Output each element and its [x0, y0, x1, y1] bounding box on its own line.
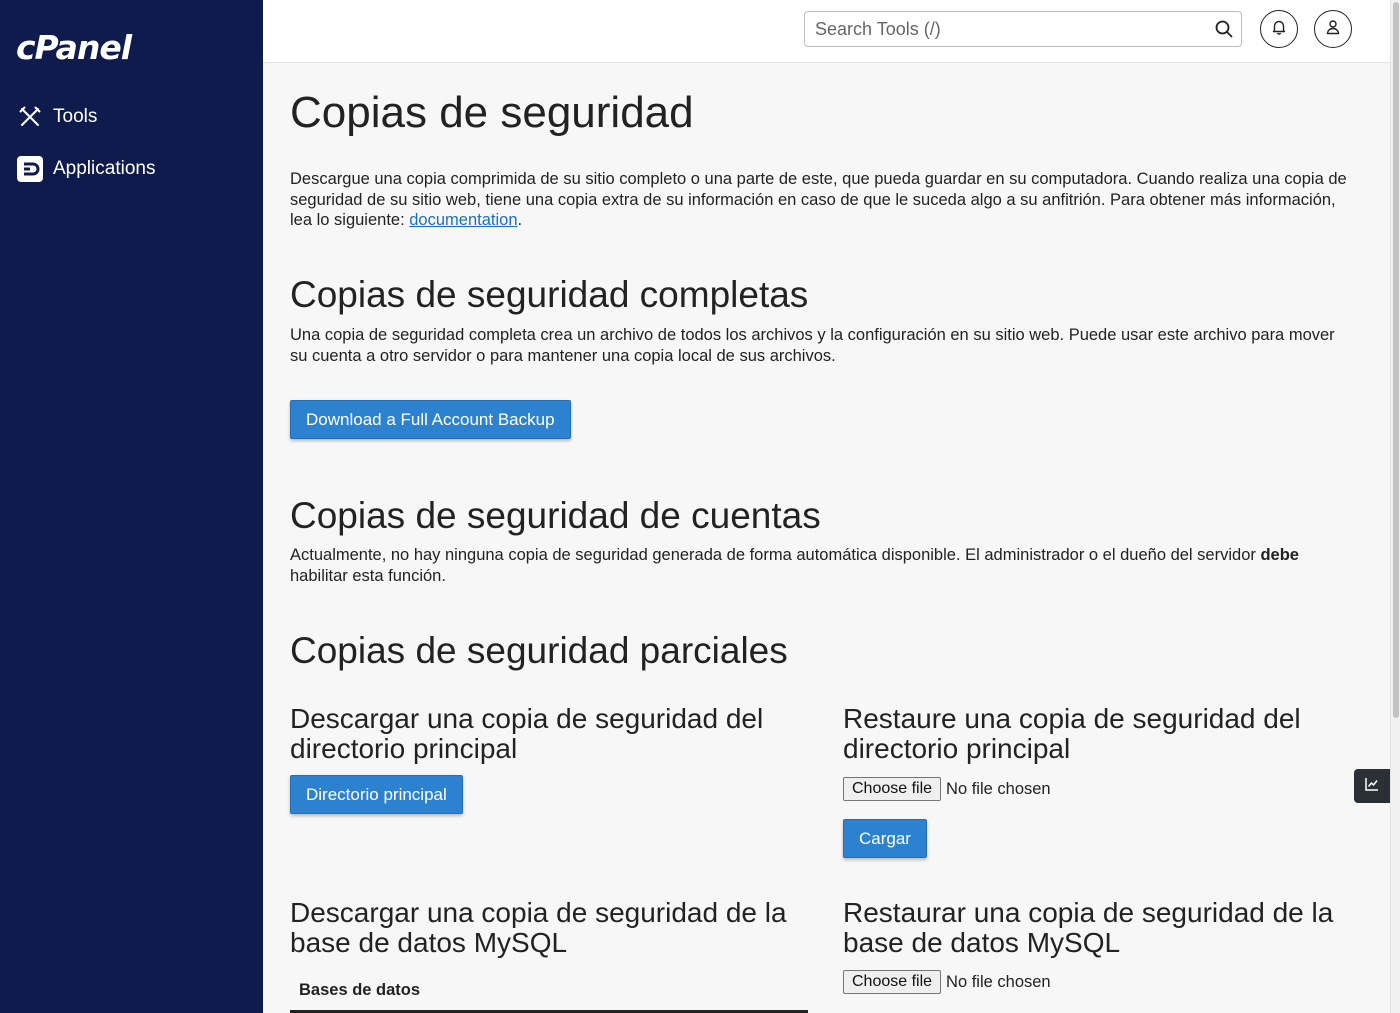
cpanel-logo[interactable]: cPanel: [16, 28, 132, 67]
notifications-button[interactable]: [1260, 10, 1298, 48]
sidebar-item-tools[interactable]: Tools: [0, 95, 263, 139]
scrollbar-thumb[interactable]: [1393, 2, 1399, 718]
partial-backups-heading: Copias de seguridad parciales: [290, 630, 788, 671]
bell-icon: [1271, 19, 1287, 40]
choose-file-button[interactable]: Choose file: [843, 777, 942, 801]
user-menu-button[interactable]: [1314, 10, 1352, 48]
search-input[interactable]: [805, 12, 1195, 46]
documentation-link[interactable]: documentation: [409, 211, 517, 229]
topbar: [263, 0, 1390, 63]
full-backup-heading: Copias de seguridad completas: [290, 274, 809, 315]
tools-icon: [16, 103, 44, 131]
databases-column-header[interactable]: Bases de datos: [299, 981, 420, 1000]
download-full-backup-button[interactable]: Download a Full Account Backup: [290, 400, 571, 439]
restore-mysql-heading: Restaurar una copia de seguridad de la b…: [843, 897, 1334, 958]
chart-icon: [1364, 776, 1380, 797]
download-mysql-heading: Descargar una copia de seguridad de la b…: [290, 897, 787, 958]
search-box: [804, 11, 1242, 47]
sidebar-item-label: Applications: [53, 158, 156, 179]
databases-table-header: Bases de datos: [290, 977, 808, 1013]
search-icon[interactable]: [1215, 20, 1233, 43]
applications-icon: [16, 155, 44, 183]
account-backups-text-start: Actualmente, no hay ninguna copia de seg…: [290, 546, 1261, 564]
page-scrollbar[interactable]: [1390, 0, 1400, 1013]
restore-mysql-file-input: Choose file No file chosen: [843, 970, 1051, 994]
download-home-directory-button[interactable]: Directorio principal: [290, 775, 463, 814]
sidebar: cPanel Tools Applications: [0, 0, 263, 1013]
download-home-heading: Descargar una copia de seguridad del dir…: [290, 703, 764, 764]
account-backups-heading: Copias de seguridad de cuentas: [290, 495, 821, 536]
restore-home-file-input: Choose file No file chosen: [843, 777, 1051, 801]
sidebar-item-label: Tools: [53, 106, 98, 127]
account-backups-text-end: habilitar esta función.: [290, 566, 446, 585]
choose-file-button[interactable]: Choose file: [843, 970, 942, 994]
user-icon: [1325, 19, 1341, 40]
restore-home-heading: Restaure una copia de seguridad del dire…: [843, 703, 1301, 764]
account-backups-text-bold: debe: [1260, 546, 1299, 564]
intro-text: Descargue una copia comprimida de su sit…: [290, 169, 1350, 231]
intro-end: .: [517, 211, 523, 230]
file-status: No file chosen: [946, 972, 1051, 991]
account-backups-text: Actualmente, no hay ninguna copia de seg…: [290, 545, 1350, 586]
full-backup-text: Una copia de seguridad completa crea un …: [290, 326, 1335, 365]
page-title: Copias de seguridad: [290, 88, 694, 137]
upload-home-backup-button[interactable]: Cargar: [843, 819, 927, 858]
file-status: No file chosen: [946, 779, 1051, 798]
statistics-button[interactable]: [1354, 769, 1390, 803]
sidebar-item-applications[interactable]: Applications: [0, 147, 263, 191]
